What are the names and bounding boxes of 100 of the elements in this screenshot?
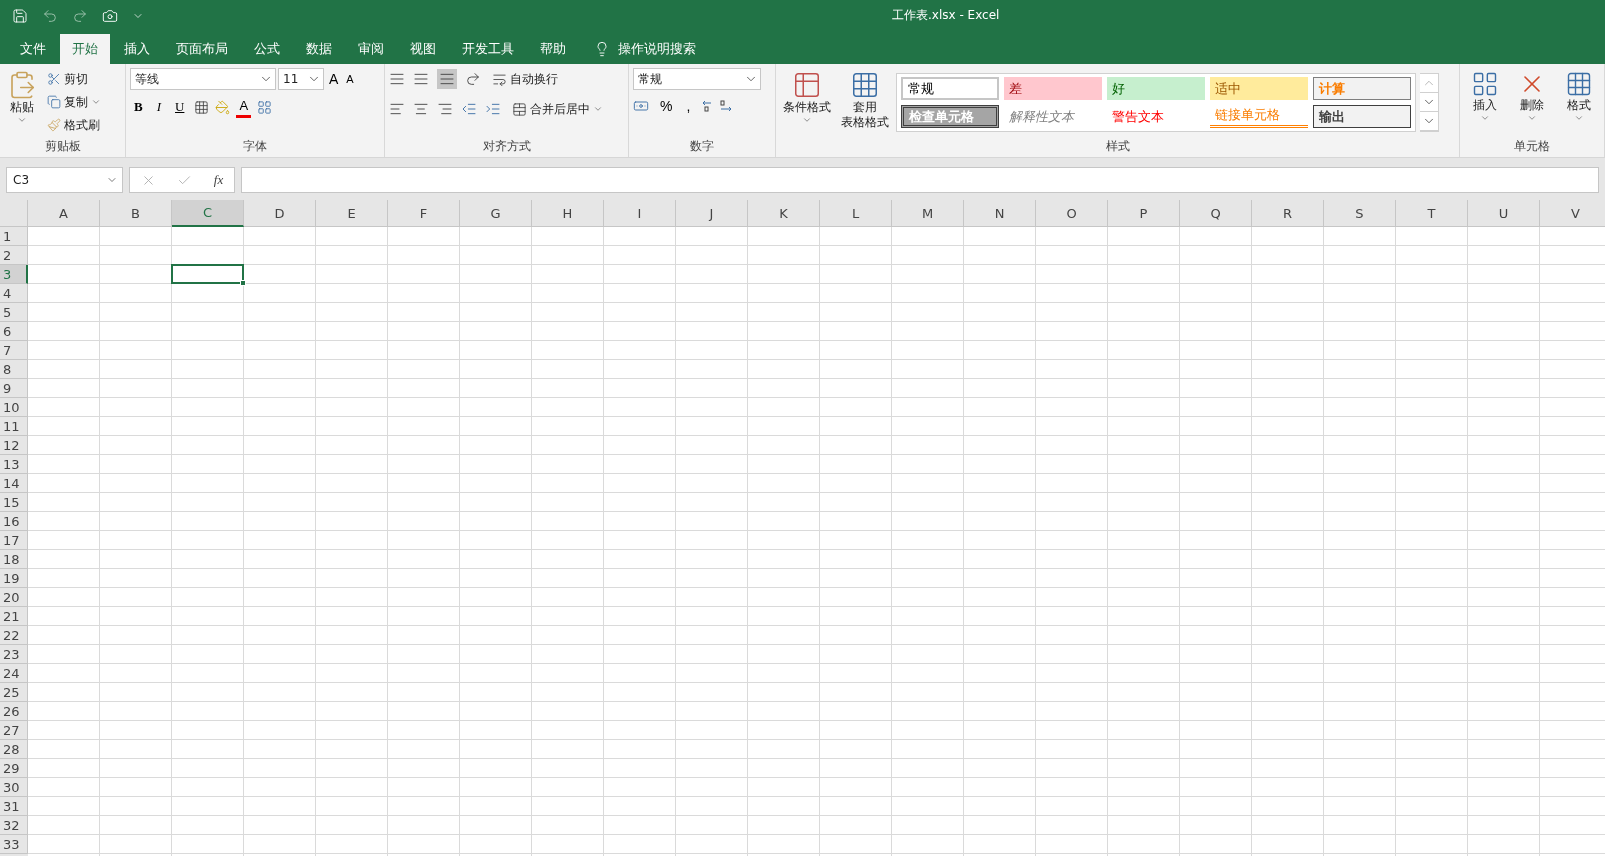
indent-increase-icon[interactable] [485, 101, 501, 117]
row-header[interactable]: 21 [0, 607, 28, 626]
paint-bucket-icon[interactable] [215, 99, 231, 115]
row-header[interactable]: 12 [0, 436, 28, 455]
align-center-icon[interactable] [413, 101, 429, 117]
row-header[interactable]: 11 [0, 417, 28, 436]
align-right-icon[interactable] [437, 101, 453, 117]
row-header[interactable]: 15 [0, 493, 28, 512]
bold-button[interactable]: B [130, 96, 147, 118]
row-header[interactable]: 18 [0, 550, 28, 569]
middle-align-icon[interactable] [413, 71, 429, 87]
underline-button[interactable]: U [171, 96, 189, 118]
ribbon-tab[interactable]: 审阅 [346, 34, 396, 64]
active-cell[interactable] [171, 264, 244, 284]
ribbon-tab[interactable]: 公式 [242, 34, 292, 64]
column-header[interactable]: Q [1180, 200, 1252, 227]
ribbon-tab[interactable]: 视图 [398, 34, 448, 64]
column-header[interactable]: J [676, 200, 748, 227]
comma-button[interactable]: , [683, 98, 694, 114]
column-header[interactable]: F [388, 200, 460, 227]
column-header[interactable]: B [100, 200, 172, 227]
font-color-button[interactable]: A [236, 96, 252, 118]
cell-style-option[interactable]: 输出 [1313, 105, 1411, 128]
column-header[interactable]: U [1468, 200, 1540, 227]
copy-button[interactable]: 复制 [44, 91, 104, 113]
column-header[interactable]: I [604, 200, 676, 227]
row-header[interactable]: 6 [0, 322, 28, 341]
font-name-field[interactable]: 等线 [130, 68, 276, 90]
undo-icon[interactable] [42, 7, 58, 24]
column-header[interactable]: P [1108, 200, 1180, 227]
column-header[interactable]: L [820, 200, 892, 227]
formula-input[interactable] [241, 167, 1599, 193]
row-header[interactable]: 14 [0, 474, 28, 493]
row-header[interactable]: 28 [0, 740, 28, 759]
column-header[interactable]: K [748, 200, 820, 227]
row-header[interactable]: 22 [0, 626, 28, 645]
banknote-icon[interactable] [633, 98, 649, 114]
camera-icon[interactable] [102, 7, 118, 24]
ribbon-tab[interactable]: 插入 [112, 34, 162, 64]
row-header[interactable]: 3 [0, 265, 28, 284]
cell-style-option[interactable]: 差 [1004, 77, 1102, 100]
column-header[interactable]: H [532, 200, 604, 227]
merge-center-button[interactable]: 合并后居中 [509, 98, 606, 120]
row-header[interactable]: 9 [0, 379, 28, 398]
column-header[interactable]: O [1036, 200, 1108, 227]
row-header[interactable]: 16 [0, 512, 28, 531]
conditional-format-button[interactable]: 条件格式 [780, 68, 834, 137]
insert-button[interactable]: 插入 [1468, 68, 1503, 137]
redo-icon[interactable] [72, 7, 88, 24]
indent-decrease-icon[interactable] [461, 101, 477, 117]
cell-style-option[interactable]: 适中 [1210, 77, 1308, 100]
row-header[interactable]: 24 [0, 664, 28, 683]
column-header[interactable]: E [316, 200, 388, 227]
column-header[interactable]: G [460, 200, 532, 227]
row-header[interactable]: 30 [0, 778, 28, 797]
column-header[interactable]: M [892, 200, 964, 227]
wrap-text-button[interactable]: 自动换行 [489, 68, 561, 90]
cell-style-option[interactable]: 常规 [901, 77, 999, 100]
ribbon-tab[interactable]: 开始 [60, 34, 110, 64]
row-header[interactable]: 19 [0, 569, 28, 588]
insert-function-button[interactable]: fx [213, 172, 224, 188]
ribbon-tab[interactable]: 文件 [8, 34, 58, 64]
row-header[interactable]: 27 [0, 721, 28, 740]
row-header[interactable]: 7 [0, 341, 28, 360]
name-box[interactable]: C3 [6, 167, 123, 193]
column-header[interactable]: S [1324, 200, 1396, 227]
cell-grid[interactable] [28, 227, 1605, 856]
column-header[interactable]: C [172, 200, 244, 227]
row-header[interactable]: 26 [0, 702, 28, 721]
font-size-field[interactable]: 11 [278, 68, 324, 90]
number-format-field[interactable]: 常规 [633, 68, 761, 90]
column-header[interactable]: D [244, 200, 316, 227]
tell-me-search[interactable]: 操作说明搜索 [580, 34, 696, 64]
format-painter-button[interactable]: 格式刷 [44, 114, 104, 136]
ribbon-tab[interactable]: 帮助 [528, 34, 578, 64]
paste-button[interactable]: 粘贴 [4, 68, 40, 137]
save-icon[interactable] [12, 7, 28, 24]
align-left-icon[interactable] [389, 101, 405, 117]
table-format-button[interactable]: 套用 表格格式 [838, 68, 892, 137]
row-header[interactable]: 2 [0, 246, 28, 265]
row-header[interactable]: 13 [0, 455, 28, 474]
ribbon-tab[interactable]: 数据 [294, 34, 344, 64]
row-header[interactable]: 10 [0, 398, 28, 417]
row-header[interactable]: 1 [0, 227, 28, 246]
percent-button[interactable]: % [657, 98, 676, 114]
row-header[interactable]: 20 [0, 588, 28, 607]
row-header[interactable]: 23 [0, 645, 28, 664]
grow-font-button[interactable]: A [326, 71, 342, 87]
cell-style-option[interactable]: 解释性文本 [1004, 105, 1102, 128]
cell-style-option[interactable]: 好 [1107, 77, 1205, 100]
row-header[interactable]: 17 [0, 531, 28, 550]
column-header[interactable]: N [964, 200, 1036, 227]
format-button[interactable]: 格式 [1561, 68, 1596, 137]
cell-style-option[interactable]: 警告文本 [1107, 105, 1205, 128]
delete-button[interactable]: 删除 [1515, 68, 1549, 137]
column-header[interactable]: R [1252, 200, 1324, 227]
row-header[interactable]: 5 [0, 303, 28, 322]
ribbon-tab[interactable]: 开发工具 [450, 34, 526, 64]
row-header[interactable]: 4 [0, 284, 28, 303]
borders-icon[interactable] [194, 99, 210, 115]
